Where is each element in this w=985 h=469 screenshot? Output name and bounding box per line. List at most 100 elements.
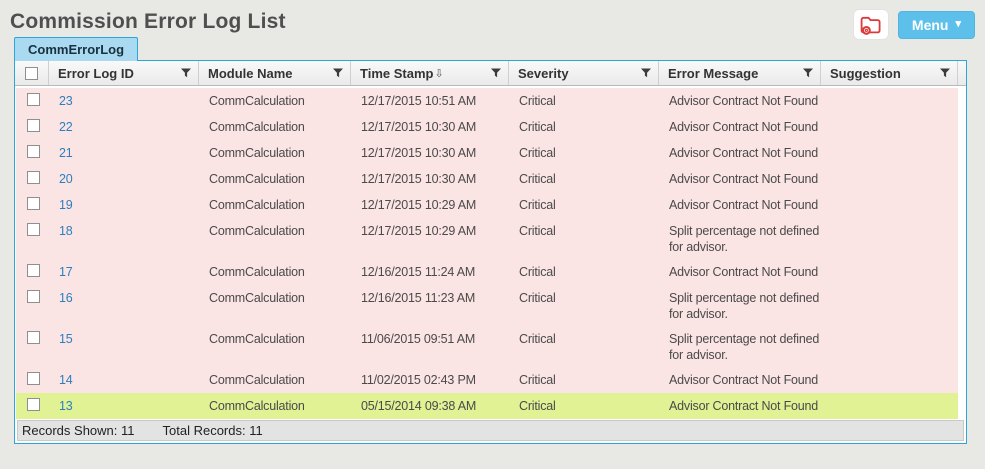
suggestion-cell: [822, 367, 958, 393]
row-checkbox[interactable]: [27, 331, 40, 344]
tab-commerrorlog[interactable]: CommErrorLog: [14, 37, 139, 61]
time-stamp-cell: 12/17/2015 10:30 AM: [361, 120, 477, 134]
column-header-module-name[interactable]: Module Name: [199, 61, 351, 85]
suggestion-cell: [822, 218, 958, 259]
table-row: 20 CommCalculation 12/17/2015 10:30 AM C…: [16, 166, 958, 192]
time-stamp-cell: 11/06/2015 09:51 AM: [361, 332, 476, 346]
row-checkbox[interactable]: [27, 197, 40, 210]
row-checkbox[interactable]: [27, 171, 40, 184]
error-log-id-link[interactable]: 18: [59, 224, 73, 238]
column-label: Error Message: [668, 65, 759, 81]
column-label: Severity: [518, 65, 569, 81]
tab-label: CommErrorLog: [28, 42, 125, 57]
filter-icon[interactable]: [803, 68, 813, 78]
error-message-cell: Advisor Contract Not Found: [669, 399, 819, 413]
table-row: 22 CommCalculation 12/17/2015 10:30 AM C…: [16, 114, 958, 140]
module-name-cell: CommCalculation: [209, 94, 305, 108]
filter-icon[interactable]: [181, 68, 191, 78]
error-log-id-cell: 20: [50, 166, 200, 192]
menu-button-label: Menu: [911, 16, 949, 33]
time-stamp-cell: 12/17/2015 10:29 AM: [361, 224, 477, 238]
error-log-id-link[interactable]: 17: [59, 265, 73, 279]
caret-down-icon: ▾: [955, 18, 961, 30]
time-stamp-cell: 11/02/2015 02:43 PM: [361, 373, 476, 387]
table-row: 17 CommCalculation 12/16/2015 11:24 AM C…: [16, 259, 958, 285]
column-header-error-log-id[interactable]: Error Log ID: [49, 61, 199, 85]
error-message-cell: Advisor Contract Not Found: [669, 172, 819, 186]
error-message-cell: Advisor Contract Not Found: [669, 94, 819, 108]
column-header-error-message[interactable]: Error Message: [659, 61, 821, 85]
severity-cell: Critical: [519, 94, 556, 108]
error-log-id-cell: 17: [50, 259, 200, 285]
severity-cell: Critical: [519, 120, 556, 134]
error-log-id-link[interactable]: 19: [59, 198, 73, 212]
time-stamp-cell: 05/15/2014 09:38 AM: [361, 399, 477, 413]
time-stamp-cell: 12/16/2015 11:23 AM: [361, 291, 476, 305]
column-label: Suggestion: [830, 65, 901, 81]
row-select-cell: [16, 259, 50, 285]
time-stamp-cell: 12/17/2015 10:51 AM: [361, 94, 477, 108]
error-log-id-cell: 23: [50, 88, 200, 114]
select-all-checkbox[interactable]: [25, 66, 38, 80]
error-log-id-link[interactable]: 15: [59, 332, 73, 346]
suggestion-cell: [822, 114, 958, 140]
severity-cell: Critical: [519, 399, 556, 413]
module-name-cell: CommCalculation: [209, 198, 305, 212]
sort-descending-icon: ⇩: [434, 67, 444, 80]
error-message-cell: Split percentage not defined for advisor…: [669, 291, 820, 321]
column-header-suggestion[interactable]: Suggestion: [821, 61, 958, 85]
table-row: 23 CommCalculation 12/17/2015 10:51 AM C…: [16, 88, 958, 114]
table-row: 13 CommCalculation 05/15/2014 09:38 AM C…: [16, 393, 958, 419]
severity-cell: Critical: [519, 198, 556, 212]
row-checkbox[interactable]: [27, 264, 40, 277]
error-log-id-cell: 21: [50, 140, 200, 166]
error-message-cell: Advisor Contract Not Found: [669, 265, 819, 279]
error-log-id-link[interactable]: 21: [59, 146, 73, 160]
error-log-id-link[interactable]: 22: [59, 120, 73, 134]
suggestion-cell: [822, 326, 958, 367]
row-select-cell: [16, 393, 50, 419]
module-name-cell: CommCalculation: [209, 172, 305, 186]
screen-options-button[interactable]: [852, 9, 889, 40]
row-select-cell: [16, 367, 50, 393]
error-message-cell: Split percentage not defined for advisor…: [669, 224, 820, 254]
error-log-id-cell: 16: [50, 285, 200, 326]
suggestion-cell: [822, 166, 958, 192]
filter-icon[interactable]: [641, 68, 651, 78]
error-log-id-link[interactable]: 20: [59, 172, 73, 186]
suggestion-cell: [822, 393, 958, 419]
error-log-id-cell: 14: [50, 367, 200, 393]
table-row: 14 CommCalculation 11/02/2015 02:43 PM C…: [16, 367, 958, 393]
table-row: 16 CommCalculation 12/16/2015 11:23 AM C…: [16, 285, 958, 326]
row-checkbox[interactable]: [27, 290, 40, 303]
severity-cell: Critical: [519, 265, 556, 279]
column-header-severity[interactable]: Severity: [509, 61, 659, 85]
filter-icon[interactable]: [940, 68, 950, 78]
row-select-cell: [16, 166, 50, 192]
column-header-time-stamp[interactable]: Time Stamp ⇩: [351, 61, 509, 85]
table-row: 21 CommCalculation 12/17/2015 10:30 AM C…: [16, 140, 958, 166]
row-checkbox[interactable]: [27, 398, 40, 411]
module-name-cell: CommCalculation: [209, 120, 305, 134]
error-log-id-link[interactable]: 23: [59, 94, 73, 108]
row-checkbox[interactable]: [27, 145, 40, 158]
row-select-cell: [16, 218, 50, 259]
error-log-id-link[interactable]: 13: [59, 399, 73, 413]
row-select-cell: [16, 192, 50, 218]
header-gutter: [958, 61, 966, 85]
row-checkbox[interactable]: [27, 119, 40, 132]
suggestion-cell: [822, 285, 958, 326]
error-log-id-cell: 22: [50, 114, 200, 140]
row-checkbox[interactable]: [27, 223, 40, 236]
row-checkbox[interactable]: [27, 372, 40, 385]
error-log-id-cell: 18: [50, 218, 200, 259]
menu-button[interactable]: Menu ▾: [897, 10, 975, 39]
error-log-id-link[interactable]: 14: [59, 373, 73, 387]
records-shown-label: Records Shown: 11: [22, 423, 135, 438]
row-checkbox[interactable]: [27, 93, 40, 106]
error-message-cell: Advisor Contract Not Found: [669, 373, 819, 387]
filter-icon[interactable]: [491, 68, 501, 78]
filter-icon[interactable]: [333, 68, 343, 78]
suggestion-cell: [822, 88, 958, 114]
error-log-id-link[interactable]: 16: [59, 291, 73, 305]
